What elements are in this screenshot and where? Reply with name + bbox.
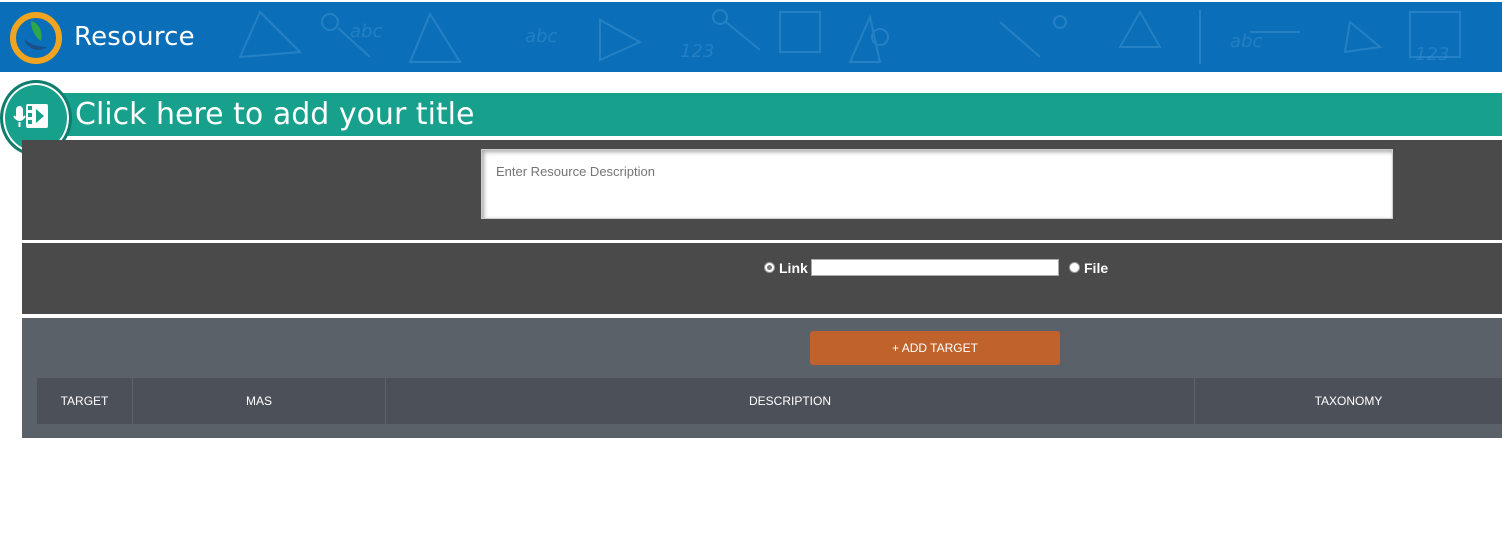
app-header: abc abc 123 abc 123 Resource <box>0 2 1502 72</box>
add-target-button[interactable]: + ADD TARGET <box>810 331 1060 365</box>
column-header-description: DESCRIPTION <box>386 378 1195 424</box>
file-radio[interactable] <box>1069 262 1080 273</box>
svg-text:123: 123 <box>1415 44 1449 65</box>
column-header-target: TARGET <box>37 378 133 424</box>
target-section: + ADD TARGET TARGET MAS DESCRIPTION TAXO… <box>22 318 1502 438</box>
svg-text:abc: abc <box>350 21 382 42</box>
resource-description-textarea[interactable] <box>481 149 1393 219</box>
column-header-taxonomy: TAXONOMY <box>1314 394 1383 408</box>
source-row: Link File <box>22 243 1502 314</box>
resource-title-text[interactable]: Click here to add your title <box>75 97 474 132</box>
app-title: Resource <box>74 22 195 52</box>
app-logo-icon <box>10 12 62 64</box>
link-radio[interactable] <box>764 262 775 273</box>
targets-table-header: TARGET MAS DESCRIPTION TAXONOMY <box>37 378 1502 424</box>
link-radio-label[interactable]: Link <box>779 260 808 276</box>
file-radio-label[interactable]: File <box>1084 260 1108 276</box>
svg-text:abc: abc <box>525 26 557 47</box>
column-header-mas: MAS <box>133 378 386 424</box>
header-background-pattern: abc abc 123 abc 123 <box>238 9 1461 65</box>
resource-title-banner[interactable]: Click here to add your title <box>22 93 1502 136</box>
svg-text:123: 123 <box>680 41 714 62</box>
description-row <box>22 140 1502 240</box>
link-url-input[interactable] <box>811 259 1059 276</box>
svg-text:abc: abc <box>1230 31 1262 52</box>
